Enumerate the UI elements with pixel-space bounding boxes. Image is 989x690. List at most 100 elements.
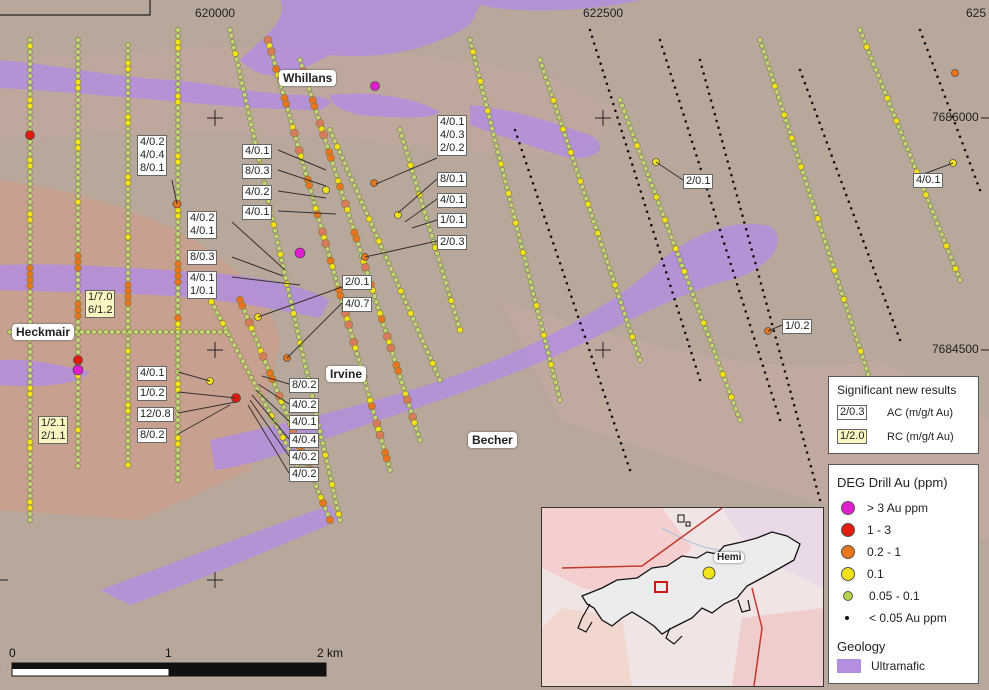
drill-hole bbox=[847, 200, 851, 203]
drill-hole bbox=[427, 227, 433, 233]
drill-hole bbox=[174, 440, 182, 448]
drill-hole bbox=[125, 360, 131, 366]
result-callout[interactable]: 4/0.2 bbox=[289, 467, 320, 482]
drill-hole bbox=[386, 260, 392, 266]
drill-hole bbox=[535, 308, 541, 315]
result-callout[interactable]: 4/0.1 bbox=[437, 193, 468, 208]
drill-hole bbox=[770, 77, 776, 84]
result-callout[interactable]: 1/0.1 bbox=[437, 213, 468, 228]
result-callout[interactable]: 4/0.1 1/0.1 bbox=[187, 271, 218, 299]
drill-hole bbox=[266, 47, 276, 56]
drill-hole bbox=[774, 89, 780, 95]
result-callout[interactable]: 8/0.2 bbox=[137, 428, 168, 443]
result-callout[interactable]: 4/0.2 bbox=[289, 398, 320, 413]
drill-hole bbox=[373, 232, 380, 239]
result-callout[interactable]: 4/0.7 bbox=[342, 297, 373, 312]
easting-label: 620000 bbox=[195, 6, 236, 20]
drill-hole bbox=[864, 246, 868, 250]
drill-hole bbox=[504, 184, 510, 191]
drill-hole bbox=[27, 343, 33, 349]
place-label-heckmair[interactable]: Heckmair bbox=[12, 324, 75, 340]
ac-text: AC (m/g/t Au) bbox=[887, 407, 954, 419]
result-callout[interactable]: 8/0.2 bbox=[289, 378, 320, 393]
drill-hole bbox=[249, 127, 256, 134]
drill-hole bbox=[330, 160, 336, 167]
drill-hole bbox=[688, 345, 691, 348]
result-callout-rc[interactable]: 1/2.1 2/1.1 bbox=[38, 416, 69, 444]
result-callout[interactable]: 4/0.1 bbox=[137, 366, 168, 381]
drill-hole bbox=[679, 318, 683, 321]
drill-hole bbox=[365, 215, 373, 223]
drill-hole bbox=[683, 331, 687, 335]
result-callout[interactable]: 4/0.1 bbox=[242, 144, 273, 159]
result-callout[interactable]: 4/0.4 bbox=[289, 433, 320, 448]
drill-hole bbox=[612, 422, 616, 425]
drill-hole bbox=[75, 193, 81, 199]
drill-hole bbox=[74, 306, 82, 314]
result-callout[interactable]: 8/0.3 bbox=[187, 250, 218, 265]
drill-hole bbox=[248, 375, 255, 381]
result-callout[interactable]: 4/0.2 4/0.1 bbox=[187, 211, 218, 239]
result-callout[interactable]: 12/0.8 bbox=[137, 407, 174, 422]
drill-hole bbox=[245, 109, 252, 116]
map[interactable]: 620000 622500 625 7686000 7684500 Whilla… bbox=[0, 0, 989, 690]
drill-hole bbox=[27, 55, 33, 61]
result-callout[interactable]: 4/0.1 bbox=[913, 173, 944, 188]
drill-hole bbox=[610, 415, 614, 419]
result-callout[interactable]: 4/0.1 bbox=[242, 205, 273, 220]
drill-hole bbox=[737, 417, 743, 423]
drill-hole bbox=[492, 137, 498, 144]
drill-hole bbox=[450, 303, 456, 310]
result-callout[interactable]: 1/0.2 bbox=[782, 319, 813, 334]
drill-hole bbox=[175, 219, 181, 225]
drill-hole bbox=[934, 220, 940, 226]
drill-hole bbox=[843, 302, 849, 308]
result-callout[interactable]: 2/0.1 bbox=[683, 174, 714, 189]
drill-hole bbox=[339, 155, 345, 161]
result-callout[interactable]: 4/0.2 bbox=[289, 450, 320, 465]
result-callout[interactable]: 2/0.1 bbox=[342, 275, 373, 290]
result-callout[interactable]: 4/0.1 bbox=[289, 415, 320, 430]
drill-hole bbox=[26, 156, 34, 164]
place-label-becher[interactable]: Becher bbox=[468, 432, 517, 448]
inset-map[interactable]: Hemi bbox=[541, 507, 824, 687]
drill-hole bbox=[803, 81, 807, 85]
drill-hole bbox=[441, 274, 447, 280]
drill-hole bbox=[75, 445, 81, 451]
result-callout[interactable]: 4/0.2 bbox=[242, 185, 273, 200]
drill-hole bbox=[27, 457, 33, 463]
drill-hole bbox=[339, 189, 345, 196]
result-callout[interactable]: 8/0.3 bbox=[242, 164, 273, 179]
result-callout[interactable]: 4/0.1 4/0.3 2/0.2 bbox=[437, 115, 468, 156]
drill-hole bbox=[800, 169, 806, 176]
drill-hole bbox=[74, 138, 82, 146]
drill-hole bbox=[115, 329, 121, 335]
drill-hole bbox=[583, 335, 587, 339]
place-label-irvine[interactable]: Irvine bbox=[326, 366, 367, 382]
drill-hole bbox=[621, 108, 627, 115]
result-callout-rc[interactable]: 1/7.0 6/1.2 bbox=[85, 290, 116, 318]
drill-hole bbox=[364, 210, 370, 217]
drill-hole bbox=[619, 442, 623, 445]
drill-hole bbox=[541, 68, 547, 75]
drill-hole bbox=[175, 393, 181, 399]
drill-hole bbox=[791, 397, 794, 400]
result-callout[interactable]: 2/0.3 bbox=[437, 235, 468, 250]
drill-hole bbox=[174, 212, 182, 220]
drill-hole bbox=[125, 372, 131, 378]
drill-hole bbox=[316, 217, 322, 223]
drill-hole bbox=[281, 269, 287, 275]
drill-hole bbox=[125, 354, 131, 360]
drill-hole bbox=[361, 205, 367, 211]
drill-hole bbox=[683, 274, 690, 280]
result-callout[interactable]: 8/0.1 bbox=[437, 172, 468, 187]
drill-hole bbox=[556, 255, 560, 258]
drill-hole bbox=[175, 417, 181, 423]
drill-hole bbox=[606, 402, 609, 405]
drill-hole bbox=[576, 315, 580, 319]
result-callout[interactable]: 1/0.2 bbox=[137, 386, 168, 401]
result-callout[interactable]: 4/0.2 4/0.4 8/0.1 bbox=[137, 135, 168, 176]
drill-hole bbox=[125, 378, 131, 384]
place-label-whillans[interactable]: Whillans bbox=[279, 70, 337, 86]
drill-hole bbox=[869, 259, 872, 263]
